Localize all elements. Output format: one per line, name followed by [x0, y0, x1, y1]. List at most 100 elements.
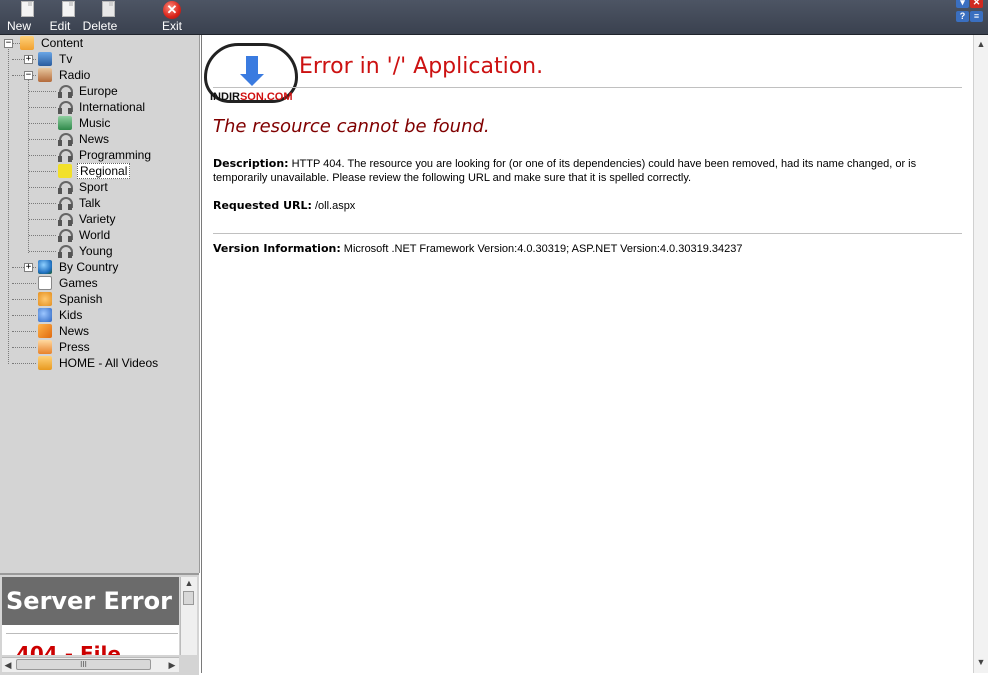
- toolbar: New Edit Delete ✕ Exit ▾ ✕ ? ≡: [0, 0, 988, 35]
- scroll-right-arrow-icon[interactable]: ▶: [166, 659, 178, 671]
- tree-connector: [29, 123, 56, 124]
- delete-button[interactable]: Delete: [82, 0, 118, 34]
- tree-connector: [29, 107, 56, 108]
- rss-icon: [38, 324, 52, 338]
- scroll-thumb[interactable]: [183, 591, 194, 605]
- tree-item-label: Europe: [79, 84, 118, 98]
- divider: [213, 233, 962, 234]
- description-text: HTTP 404. The resource you are looking f…: [213, 158, 917, 184]
- tree-item-label: HOME - All Videos: [59, 356, 159, 370]
- edit-document-icon: [62, 1, 75, 17]
- games-icon: [38, 276, 52, 290]
- tree-item-label: Kids: [59, 308, 83, 322]
- home-icon: [38, 356, 52, 370]
- scroll-thumb[interactable]: III: [16, 659, 151, 670]
- preview-thumbnail[interactable]: Server Error 404 - File: [2, 577, 179, 655]
- requested-url-label: Requested URL:: [213, 199, 312, 212]
- new-button[interactable]: New: [4, 0, 34, 34]
- exit-icon: ✕: [163, 1, 181, 19]
- scroll-left-arrow-icon[interactable]: ◀: [2, 659, 14, 671]
- tree-connector: [29, 171, 56, 172]
- tree-item-label: News: [59, 324, 90, 338]
- headphones-icon: [58, 180, 73, 194]
- version-label: Version Information:: [213, 242, 341, 255]
- edit-button-label: Edit: [49, 19, 71, 33]
- preview-vertical-scrollbar[interactable]: ▲: [180, 577, 197, 655]
- preview-horizontal-scrollbar[interactable]: ◀ III ▶: [2, 657, 179, 672]
- tree-item-label: International: [79, 100, 146, 114]
- kids-icon: [38, 308, 52, 322]
- new-document-icon: [21, 1, 34, 17]
- tree-item-label: Regional: [77, 163, 131, 179]
- tree-expander[interactable]: +: [24, 55, 33, 64]
- tree-connector: [29, 203, 56, 204]
- tree-connector: [12, 347, 36, 348]
- new-button-label: New: [6, 19, 31, 33]
- tree-connector: [28, 79, 29, 253]
- download-arrow-icon: [246, 56, 258, 74]
- divider: [213, 87, 962, 88]
- preview-subheader: 404 - File: [16, 642, 121, 655]
- tree-connector: [29, 139, 56, 140]
- tree-connector: [8, 47, 9, 364]
- delete-document-icon: [102, 1, 115, 17]
- tree-connector: [12, 283, 36, 284]
- tree-connector: [12, 363, 36, 364]
- close-button[interactable]: ✕: [970, 0, 983, 8]
- headphones-icon: [58, 228, 73, 242]
- tree-item-label: Talk: [79, 196, 101, 210]
- tree-expander[interactable]: +: [24, 263, 33, 272]
- tree-item-label: Content: [41, 36, 84, 50]
- minimize-button[interactable]: ▾: [956, 0, 969, 8]
- headphones-icon: [58, 132, 73, 146]
- scroll-down-arrow-icon[interactable]: ▼: [975, 656, 987, 668]
- logo-text: INDIRSON.COM: [210, 91, 293, 103]
- headphones-icon: [58, 196, 73, 210]
- tree-connector: [12, 315, 36, 316]
- main-vertical-scrollbar[interactable]: ▲ ▼: [973, 35, 988, 673]
- tree-item-label: Radio: [59, 68, 91, 82]
- tree-connector: [29, 251, 56, 252]
- tree-item-label: Games: [59, 276, 98, 290]
- spanish-icon: [38, 292, 52, 306]
- tree-item-label: News: [79, 132, 110, 146]
- content-tree: − Content Tv + Radio − Europe International Mu…: [0, 35, 200, 573]
- globe-icon: [38, 260, 52, 274]
- edit-button[interactable]: Edit: [45, 0, 75, 34]
- radio-icon: [38, 68, 52, 82]
- headphones-icon: [58, 244, 73, 258]
- description-label: Description:: [213, 157, 289, 170]
- tree-connector: [29, 187, 56, 188]
- error-title: Error in '/' Application.: [299, 54, 544, 79]
- tv-icon: [38, 52, 52, 66]
- tree-item-label: World: [79, 228, 111, 242]
- regional-icon: [58, 164, 72, 178]
- tree-item-label: By Country: [59, 260, 119, 274]
- tree-item-label: Press: [59, 340, 90, 354]
- delete-button-label: Delete: [82, 19, 118, 33]
- web-content-area: INDIRSON.COM Error in '/' Application. T…: [201, 35, 974, 673]
- tree-connector: [12, 299, 36, 300]
- scroll-up-arrow-icon[interactable]: ▲: [975, 38, 987, 50]
- tree-connector: [29, 155, 56, 156]
- exit-button[interactable]: ✕ Exit: [157, 0, 187, 34]
- tree-item-label: Sport: [79, 180, 108, 194]
- music-icon: [58, 116, 72, 130]
- tree-item-label: Young: [79, 244, 113, 258]
- version-text: Microsoft .NET Framework Version:4.0.303…: [343, 243, 743, 255]
- root-expander[interactable]: −: [4, 39, 13, 48]
- error-subtitle: The resource cannot be found.: [213, 116, 490, 137]
- logo-text-right: SON.COM: [239, 91, 293, 103]
- requested-url-value: /oll.aspx: [314, 200, 356, 212]
- tree-expander[interactable]: −: [24, 71, 33, 80]
- help-button[interactable]: ?: [956, 11, 969, 22]
- menu-button[interactable]: ≡: [970, 11, 983, 22]
- scroll-up-arrow-icon[interactable]: ▲: [183, 577, 195, 589]
- preview-divider: [6, 633, 178, 634]
- content-folder-icon: [20, 36, 34, 50]
- headphones-icon: [58, 84, 73, 98]
- download-arrow-icon: [240, 74, 264, 86]
- logo-text-left: INDIR: [210, 91, 240, 103]
- headphones-icon: [58, 100, 73, 114]
- window-controls: ▾ ✕ ? ≡: [954, 0, 984, 34]
